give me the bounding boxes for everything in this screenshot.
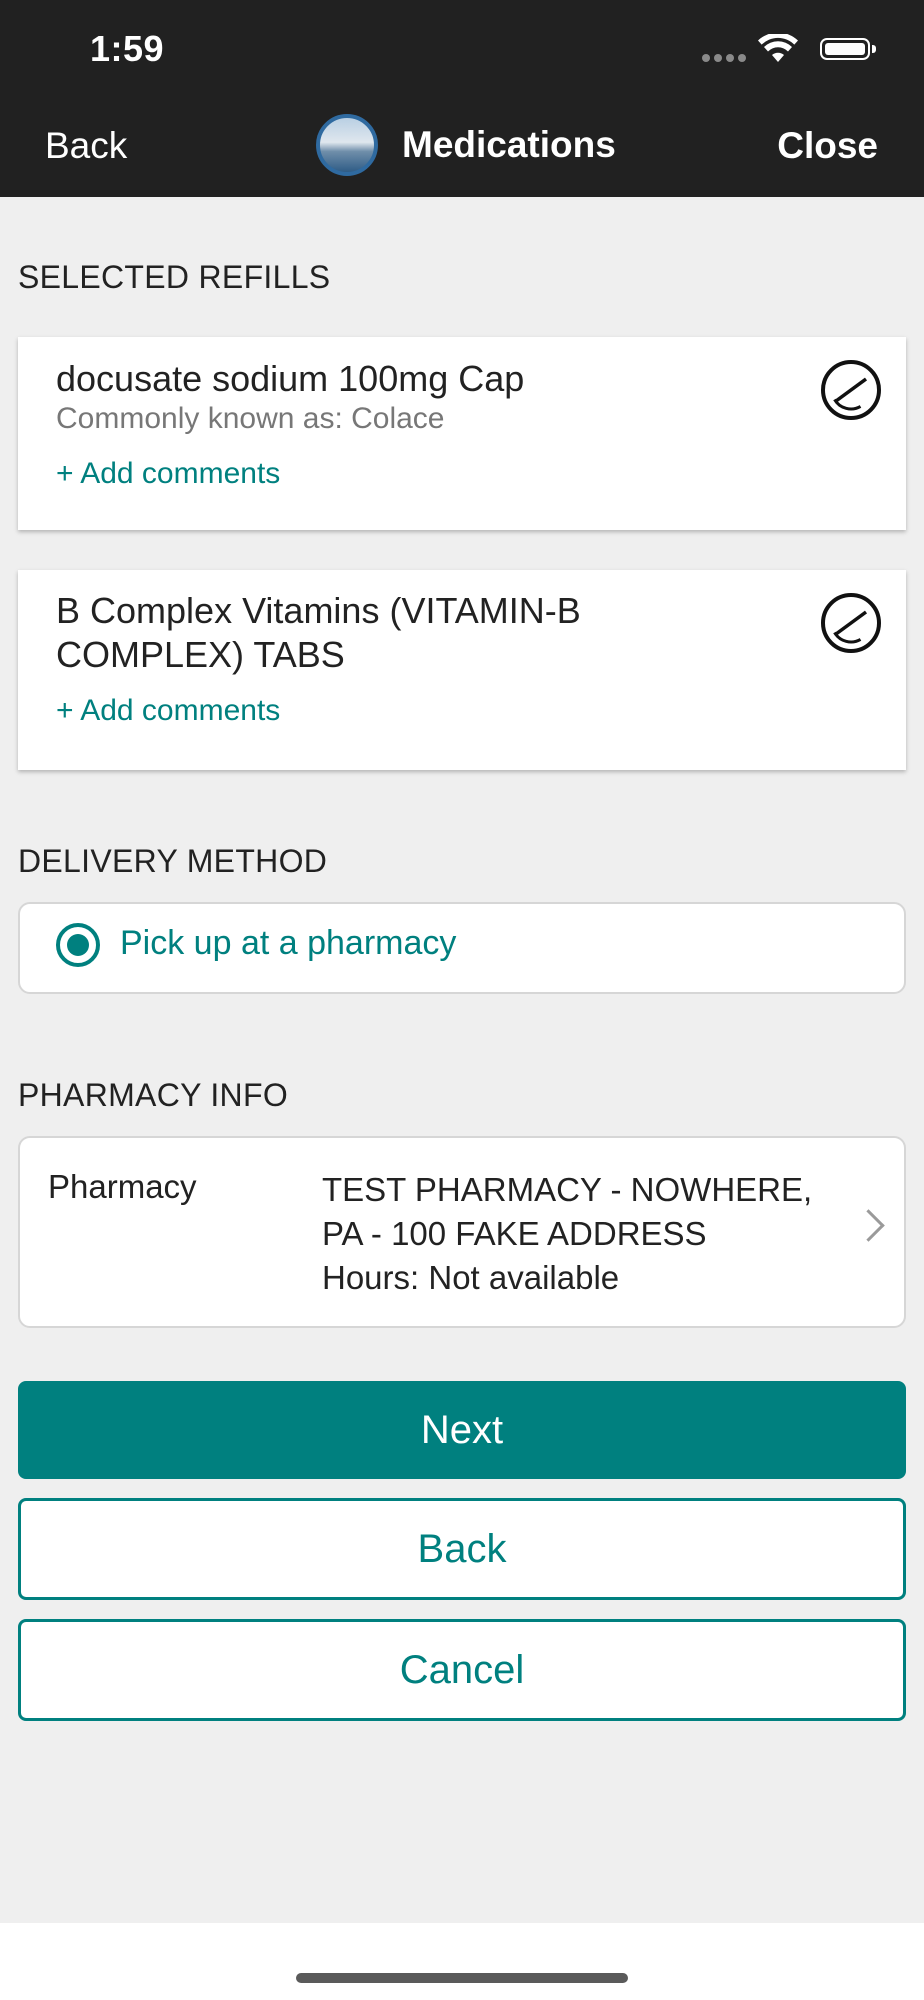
radio-selected-icon[interactable] xyxy=(56,923,100,967)
page-title: Medications xyxy=(402,124,616,165)
nav-back-button[interactable]: Back xyxy=(45,125,127,167)
top-bar: 1:59 Back Medications Close xyxy=(0,0,924,197)
refill-card: docusate sodium 100mg Cap Commonly known… xyxy=(18,337,906,530)
medication-name: B Complex Vitamins (VITAMIN-B COMPLEX) T… xyxy=(56,590,581,675)
pharmacy-info-heading: PHARMACY INFO xyxy=(18,1077,289,1113)
pill-icon xyxy=(821,593,881,653)
home-area xyxy=(0,1923,924,2000)
nav-close-button[interactable]: Close xyxy=(777,125,878,167)
home-indicator[interactable] xyxy=(296,1973,628,1983)
pharmacy-value: TEST PHARMACY - NOWHERE, PA - 100 FAKE A… xyxy=(322,1171,813,1296)
add-comments-link[interactable]: + Add comments xyxy=(56,457,280,491)
selected-refills-heading: SELECTED REFILLS xyxy=(18,259,331,295)
delivery-option-label: Pick up at a pharmacy xyxy=(120,924,457,962)
cellular-signal-icon xyxy=(702,54,746,62)
next-button[interactable]: Next xyxy=(18,1381,906,1479)
pill-icon xyxy=(821,360,881,420)
wifi-icon xyxy=(758,34,798,62)
battery-icon xyxy=(820,38,876,60)
add-comments-link[interactable]: + Add comments xyxy=(56,694,280,728)
pharmacy-row[interactable]: Pharmacy TEST PHARMACY - NOWHERE, PA - 1… xyxy=(18,1136,906,1328)
medication-common-name: Commonly known as: Colace xyxy=(56,402,445,435)
pharmacy-label: Pharmacy xyxy=(48,1168,197,1205)
status-time: 1:59 xyxy=(90,28,165,69)
delivery-method-heading: DELIVERY METHOD xyxy=(18,843,328,879)
back-button[interactable]: Back xyxy=(18,1498,906,1600)
medication-name: docusate sodium 100mg Cap xyxy=(56,358,525,399)
avatar xyxy=(316,114,378,176)
chevron-right-icon xyxy=(852,1209,885,1242)
cancel-button[interactable]: Cancel xyxy=(18,1619,906,1721)
delivery-option[interactable]: Pick up at a pharmacy xyxy=(18,902,906,994)
refill-card: B Complex Vitamins (VITAMIN-B COMPLEX) T… xyxy=(18,570,906,770)
status-icons xyxy=(676,34,876,66)
